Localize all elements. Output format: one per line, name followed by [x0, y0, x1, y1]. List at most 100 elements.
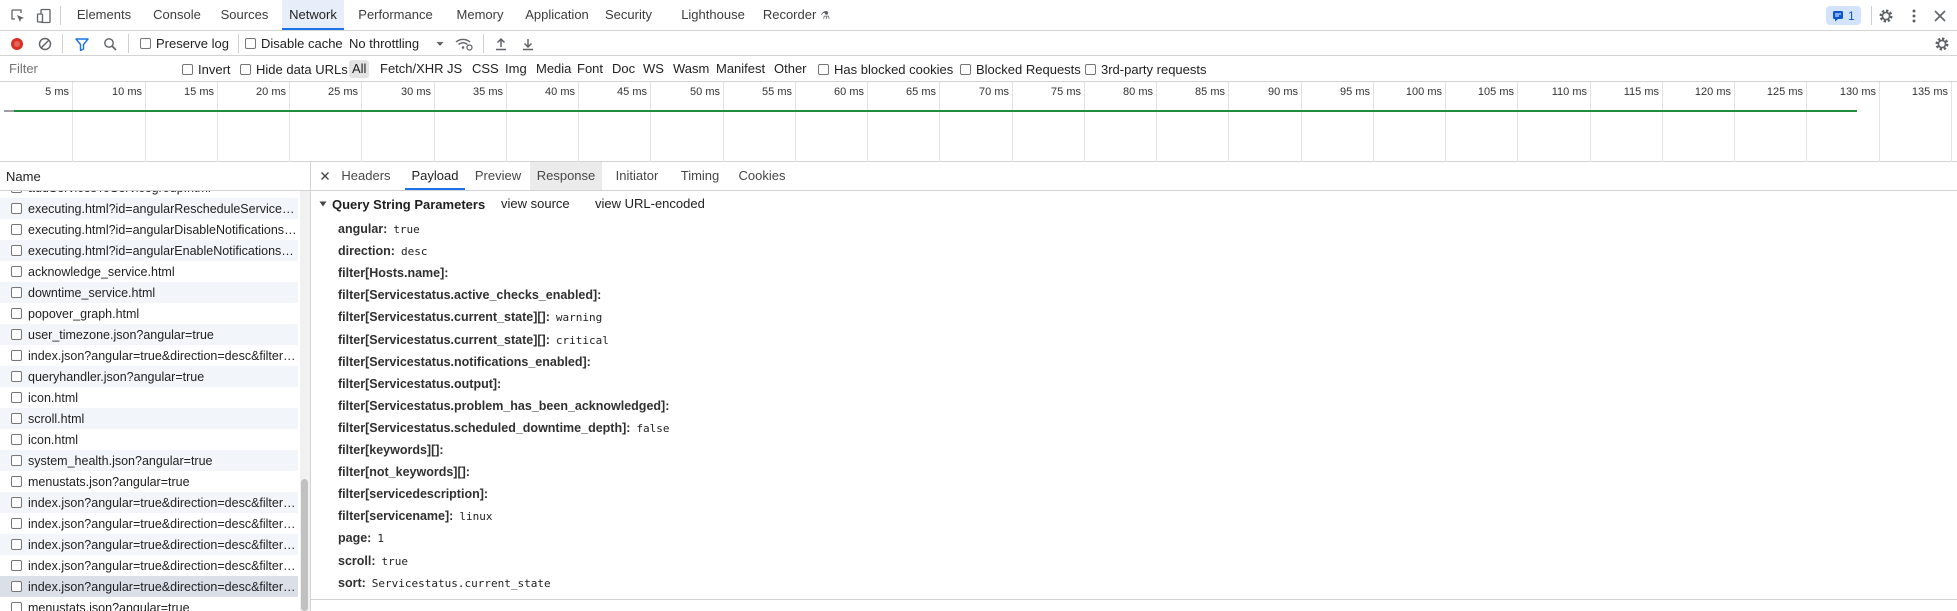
record-button[interactable]	[10, 34, 24, 53]
request-row[interactable]: index.json?angular=true&direction=desc&f…	[0, 576, 298, 597]
tick-gridline	[361, 82, 362, 162]
request-row[interactable]: index.json?angular=true&direction=desc&f…	[0, 513, 298, 534]
request-row[interactable]: index.json?angular=true&direction=desc&f…	[0, 534, 298, 555]
blocked-requests-checkbox[interactable]: Blocked Requests	[960, 60, 1081, 79]
request-row[interactable]: menustats.json?angular=true	[0, 597, 298, 611]
request-row[interactable]: user_timezone.json?angular=true	[0, 324, 298, 345]
panel-tab-elements[interactable]: Elements	[70, 0, 138, 30]
request-row[interactable]: icon.html	[0, 387, 298, 408]
panel-tab-security[interactable]: Security	[596, 0, 661, 30]
type-filter-media[interactable]: Media	[533, 60, 574, 78]
query-param-row: direction: desc	[338, 242, 427, 260]
details-tab-cookies[interactable]: Cookies	[734, 162, 790, 190]
panel-tab-lighthouse[interactable]: Lighthouse	[674, 0, 752, 30]
details-tab-response[interactable]: Response	[530, 162, 602, 190]
timeline-overview[interactable]: 5 ms 10 ms 15 ms 20 ms 25 ms 30 ms 35 ms 40 ms 4…	[0, 82, 1957, 162]
network-settings-button[interactable]	[1934, 34, 1950, 53]
hide-data-urls-checkbox[interactable]: Hide data URLs	[240, 60, 348, 79]
scrollbar-thumb[interactable]	[301, 479, 308, 611]
import-har-button[interactable]	[494, 34, 508, 53]
request-row[interactable]: index.json?angular=true&direction=desc&f…	[0, 492, 298, 513]
has-blocked-cookies-box[interactable]	[818, 64, 829, 75]
details-tab-headers[interactable]: Headers	[337, 162, 395, 190]
query-param-row: filter[Hosts.name]:	[338, 264, 454, 282]
panel-tab-label: Sources	[220, 7, 269, 22]
panel-tab-console[interactable]: Console	[146, 0, 208, 30]
inspect-element-icon[interactable]	[9, 7, 27, 25]
name-column-header[interactable]: Name	[0, 162, 310, 191]
filter-toggle-button[interactable]	[75, 34, 89, 53]
tick-gridline	[578, 82, 579, 162]
blocked-requests-box[interactable]	[960, 64, 971, 75]
third-party-box[interactable]	[1085, 64, 1096, 75]
type-filter-all[interactable]: All	[349, 60, 370, 78]
panel-tab-network[interactable]: Network	[282, 0, 344, 30]
hide-data-urls-box[interactable]	[240, 64, 251, 75]
device-toolbar-icon[interactable]	[35, 7, 53, 25]
request-list-scrollbar[interactable]	[300, 191, 310, 611]
type-filter-js[interactable]: JS	[444, 60, 465, 78]
details-tab-preview[interactable]: Preview	[472, 162, 524, 190]
close-devtools-icon[interactable]	[1931, 7, 1949, 25]
panel-tab-performance[interactable]: Performance	[353, 0, 438, 30]
invert-checkbox[interactable]: Invert	[182, 60, 231, 79]
view-source-link[interactable]: view source	[501, 195, 570, 213]
request-row[interactable]: system_health.json?angular=true	[0, 450, 298, 471]
details-tab-initiator[interactable]: Initiator	[609, 162, 665, 190]
preserve-log-checkbox[interactable]: Preserve log	[140, 34, 229, 53]
type-filter-wasm[interactable]: Wasm	[670, 60, 712, 78]
request-row[interactable]: executing.html?id=angularRescheduleServi…	[0, 198, 298, 219]
param-key: filter[keywords][]:	[338, 443, 444, 457]
export-har-button[interactable]	[521, 34, 535, 53]
param-key: sort:	[338, 576, 366, 590]
type-filter-ws[interactable]: WS	[640, 60, 667, 78]
request-row[interactable]: index.json?angular=true&direction=desc&f…	[0, 555, 298, 576]
query-param-row: filter[servicename]: linux	[338, 507, 492, 525]
details-tab-payload[interactable]: Payload	[405, 162, 465, 190]
request-row[interactable]: scroll.html	[0, 408, 298, 429]
type-filter-img[interactable]: Img	[502, 60, 530, 78]
panel-tab-recorder[interactable]: Recorder ⚗	[754, 0, 839, 30]
request-row[interactable]: executing.html?id=angularDisableNotifica…	[0, 219, 298, 240]
network-conditions-button[interactable]	[455, 34, 473, 53]
close-details-icon[interactable]	[319, 170, 331, 182]
more-options-icon[interactable]	[1905, 7, 1923, 25]
filter-input[interactable]: Filter	[4, 59, 174, 78]
type-filter-font[interactable]: Font	[574, 60, 606, 78]
type-filter-fetch-xhr[interactable]: Fetch/XHR	[377, 60, 447, 78]
has-blocked-cookies-checkbox[interactable]: Has blocked cookies	[818, 60, 953, 79]
disable-cache-checkbox[interactable]: Disable cache	[245, 34, 343, 53]
tick-label: 55 ms	[762, 86, 792, 98]
issues-badge[interactable]: 1	[1826, 6, 1861, 25]
settings-gear-icon[interactable]	[1877, 7, 1895, 25]
type-filter-manifest[interactable]: Manifest	[713, 60, 768, 78]
details-tab-timing[interactable]: Timing	[672, 162, 728, 190]
search-button[interactable]	[103, 34, 117, 53]
request-row[interactable]: acknowledge_service.html	[0, 261, 298, 282]
type-filter-doc[interactable]: Doc	[609, 60, 638, 78]
tick-label: 60 ms	[834, 86, 864, 98]
request-row[interactable]: index.json?angular=true&direction=desc&f…	[0, 345, 298, 366]
request-row[interactable]: icon.html	[0, 429, 298, 450]
preserve-log-box[interactable]	[140, 38, 151, 49]
request-row[interactable]: queryhandler.json?angular=true	[0, 366, 298, 387]
request-row[interactable]: menustats.json?angular=true	[0, 471, 298, 492]
type-filter-css[interactable]: CSS	[469, 60, 502, 78]
type-filter-other[interactable]: Other	[771, 60, 810, 78]
request-details: Headers Payload Preview Response Initiator Ti…	[311, 162, 1957, 611]
view-url-encoded-link[interactable]: view URL-encoded	[595, 195, 705, 213]
third-party-checkbox[interactable]: 3rd-party requests	[1085, 60, 1207, 79]
panel-tab-application[interactable]: Application	[522, 0, 592, 30]
request-row[interactable]: downtime_service.html	[0, 282, 298, 303]
request-type-icon	[11, 413, 22, 424]
throttling-select[interactable]: No throttling	[349, 34, 445, 53]
request-row[interactable]: executing.html?id=angularEnableNotificat…	[0, 240, 298, 261]
tick-label: 130 ms	[1839, 86, 1876, 98]
request-row[interactable]: popover_graph.html	[0, 303, 298, 324]
invert-box[interactable]	[182, 64, 193, 75]
disable-cache-box[interactable]	[245, 38, 256, 49]
panel-tab-sources[interactable]: Sources	[211, 0, 278, 30]
clear-button[interactable]	[38, 34, 52, 53]
panel-tab-memory[interactable]: Memory	[448, 0, 512, 30]
query-string-section-toggle[interactable]: Query String Parameters	[319, 195, 485, 213]
